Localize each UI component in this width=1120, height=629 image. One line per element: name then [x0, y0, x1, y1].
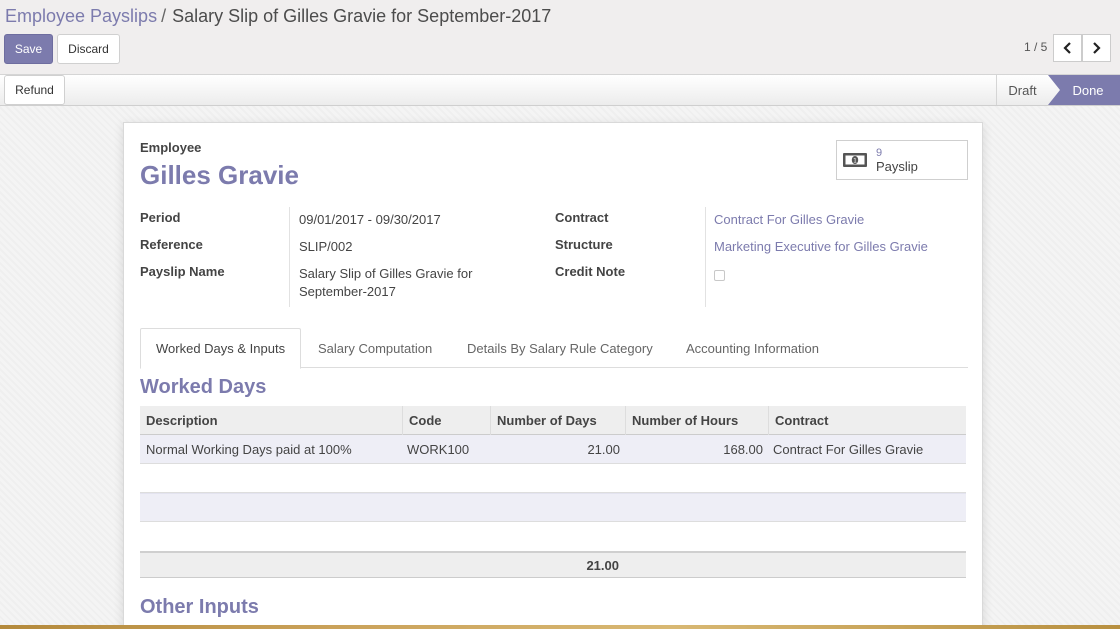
cell-description: Normal Working Days paid at 100% [146, 442, 352, 457]
payslip-count: 9 [876, 147, 883, 159]
structure-field[interactable]: Marketing Executive for Gilles Gravie [714, 238, 928, 256]
tab-details-by-salary-rule-category[interactable]: Details By Salary Rule Category [467, 328, 653, 368]
breadcrumb-current: Salary Slip of Gilles Gravie for Septemb… [172, 6, 552, 26]
other-inputs-title: Other Inputs [140, 596, 259, 618]
cell-contract: Contract For Gilles Gravie [773, 442, 924, 457]
field-divider-right [705, 207, 706, 307]
payslip-name-line1: Salary Slip of Gilles Gravie for [299, 266, 473, 281]
breadcrumb-parent-link[interactable]: Employee Payslips [5, 6, 157, 26]
column-header-contract[interactable]: Contract [768, 406, 966, 435]
pager-value[interactable]: 1 / 5 [1024, 40, 1047, 54]
control-panel: Employee Payslips / Salary Slip of Gilles … [0, 0, 1120, 74]
breadcrumb: Employee Payslips / Salary Slip of Gilles … [5, 6, 551, 27]
empty-table-row [140, 464, 966, 493]
empty-table-row [140, 493, 966, 522]
pager-next-button[interactable] [1082, 34, 1111, 62]
table-row[interactable]: Normal Working Days paid at 100% WORK100… [140, 435, 966, 464]
cell-code: WORK100 [407, 442, 470, 457]
period-label: Period [140, 210, 181, 225]
column-header-code[interactable]: Code [402, 406, 491, 435]
column-header-number-of-hours[interactable]: Number of Hours [625, 406, 769, 435]
desktop-background-strip [0, 625, 1120, 629]
column-header-number-of-days[interactable]: Number of Days [490, 406, 626, 435]
total-number-of-days: 21.00 [586, 558, 619, 573]
save-button[interactable]: Save [4, 34, 53, 64]
payslip-smart-label: Payslip [876, 159, 918, 174]
contract-field[interactable]: Contract For Gilles Gravie [714, 211, 864, 229]
cell-number-of-hours: 168.00 [723, 442, 763, 457]
form-content-area: Employee Gilles Gravie 1 9 Payslip Perio… [0, 106, 1120, 629]
payslip-name-field[interactable]: Salary Slip of Gilles Gravie for Septemb… [299, 265, 499, 301]
employee-name-field[interactable]: Gilles Gravie [140, 160, 299, 191]
discard-button[interactable]: Discard [57, 34, 120, 64]
worked-days-title: Worked Days [140, 376, 267, 398]
refund-button[interactable]: Refund [4, 75, 65, 105]
pager-previous-button[interactable] [1053, 34, 1082, 62]
employee-label: Employee [140, 140, 202, 155]
status-stage-done[interactable]: Done [1048, 75, 1120, 105]
contract-label: Contract [555, 210, 609, 225]
cell-number-of-days: 21.00 [587, 442, 620, 457]
structure-label: Structure [555, 237, 613, 252]
money-icon: 1 [843, 153, 867, 167]
tab-accounting-information[interactable]: Accounting Information [686, 328, 819, 368]
tab-salary-computation[interactable]: Salary Computation [318, 328, 432, 368]
payslip-name-line2: September-2017 [299, 284, 396, 299]
breadcrumb-separator: / [161, 6, 167, 26]
table-header: Description Code Number of Days Number o… [140, 406, 966, 435]
statusbar: Refund Draft Done [0, 74, 1120, 106]
field-divider-left [289, 207, 290, 307]
reference-label: Reference [140, 237, 203, 252]
reference-field[interactable]: SLIP/002 [299, 238, 353, 256]
credit-note-checkbox[interactable] [714, 270, 725, 281]
empty-table-row [140, 522, 966, 551]
table-footer: 21.00 [140, 551, 966, 578]
tab-worked-days-inputs[interactable]: Worked Days & Inputs [140, 328, 302, 369]
payslip-name-label: Payslip Name [140, 264, 225, 279]
svg-text:1: 1 [853, 158, 857, 165]
notebook-tabs: Worked Days & Inputs Salary Computation … [140, 328, 968, 369]
column-header-description[interactable]: Description [140, 406, 400, 435]
status-stage-draft[interactable]: Draft [996, 75, 1048, 105]
payslip-smart-button[interactable]: 1 9 Payslip [836, 140, 968, 180]
period-field[interactable]: 09/01/2017 - 09/30/2017 [299, 211, 441, 229]
chevron-right-icon [1093, 42, 1101, 54]
chevron-left-icon [1063, 42, 1071, 54]
form-sheet: Employee Gilles Gravie 1 9 Payslip Perio… [123, 122, 983, 629]
credit-note-label: Credit Note [555, 264, 626, 279]
